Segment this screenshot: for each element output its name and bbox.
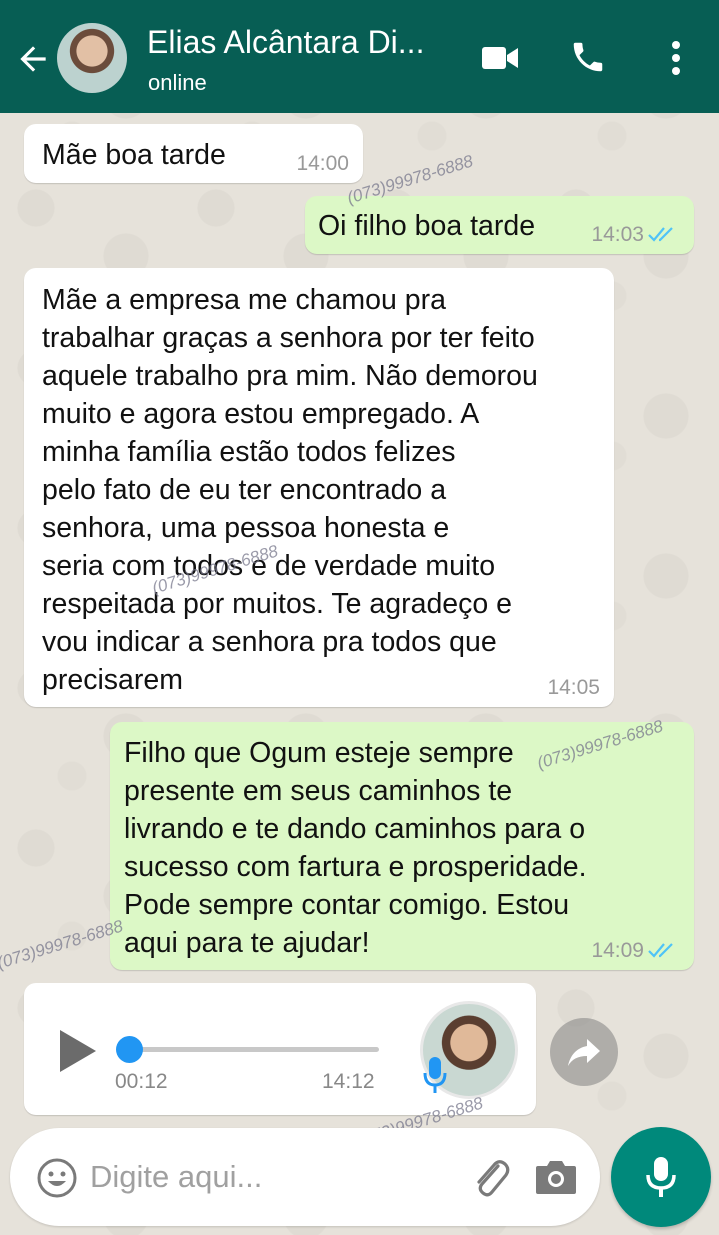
message-text: Oi filho boa tarde <box>318 210 536 242</box>
play-icon[interactable] <box>58 1028 98 1074</box>
chat-header: Elias Alcântara Di... online <box>0 0 719 113</box>
message-text: Mãe boa tarde <box>42 139 226 171</box>
back-arrow-icon[interactable] <box>14 40 52 78</box>
emoji-icon[interactable] <box>36 1157 78 1199</box>
forward-button[interactable] <box>550 1018 618 1086</box>
message-bubble-outgoing[interactable]: Filho que Ogum esteje sempre presente em… <box>110 722 694 970</box>
message-time: 14:03 <box>591 223 644 246</box>
read-ticks-icon <box>648 227 673 242</box>
camera-icon[interactable] <box>534 1158 578 1196</box>
contact-status: online <box>148 70 207 95</box>
message-meta: 14:03 <box>591 224 680 246</box>
audio-seek-handle[interactable] <box>116 1036 143 1063</box>
message-meta: 14:09 <box>591 940 680 962</box>
phone-call-icon[interactable] <box>569 38 607 76</box>
message-time: 14:00 <box>296 152 349 175</box>
message-text: Mãe a empresa me chamou pra trabalhar gr… <box>42 284 538 696</box>
record-voice-button[interactable] <box>611 1127 711 1227</box>
message-time: 14:09 <box>591 939 644 962</box>
more-options-icon[interactable] <box>666 38 686 78</box>
audio-duration: 00:12 <box>115 1070 168 1093</box>
video-call-icon[interactable] <box>480 42 520 74</box>
message-time: 14:12 <box>322 1070 375 1093</box>
message-bubble-incoming[interactable]: Mãe boa tarde 14:00 <box>24 124 363 183</box>
audio-progress-track[interactable] <box>129 1047 379 1052</box>
message-input[interactable] <box>90 1156 450 1198</box>
message-time: 14:05 <box>547 676 600 699</box>
contact-name[interactable]: Elias Alcântara Di... <box>147 24 447 61</box>
voice-message-bubble[interactable]: 00:12 14:12 <box>24 983 536 1115</box>
attach-clip-icon[interactable] <box>468 1154 514 1200</box>
message-text: Filho que Ogum esteje sempre presente em… <box>124 737 587 959</box>
forward-icon <box>568 1039 600 1066</box>
message-composer <box>10 1128 600 1226</box>
message-bubble-incoming[interactable]: Mãe a empresa me chamou pra trabalhar gr… <box>24 268 614 707</box>
voice-note-mic-icon <box>423 1057 447 1093</box>
mic-icon <box>646 1157 676 1197</box>
contact-avatar[interactable] <box>57 23 127 93</box>
read-ticks-icon <box>648 943 673 958</box>
